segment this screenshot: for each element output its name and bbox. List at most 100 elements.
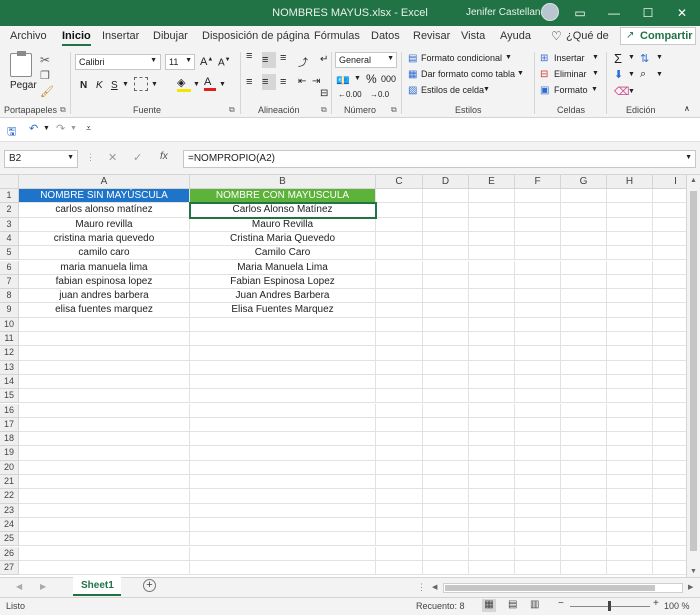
cell[interactable]: [423, 274, 469, 290]
cell[interactable]: [515, 231, 561, 247]
cell[interactable]: [469, 475, 515, 490]
copy-icon[interactable]: ❐: [40, 69, 50, 82]
cell[interactable]: [515, 246, 561, 261]
cell[interactable]: [469, 546, 515, 561]
cell[interactable]: [515, 303, 561, 318]
align-right-icon[interactable]: ≡: [280, 76, 286, 88]
row-header[interactable]: 13: [0, 360, 19, 375]
avatar[interactable]: [541, 3, 559, 21]
cell[interactable]: [423, 246, 469, 261]
name-proper-cell[interactable]: Cristina Maria Quevedo: [190, 231, 376, 247]
hscroll-right-icon[interactable]: ▶: [688, 583, 693, 591]
column-header[interactable]: C: [376, 175, 423, 189]
tell-me-search[interactable]: ¿Qué de: [566, 30, 609, 42]
save-icon[interactable]: 🖫: [7, 123, 16, 142]
column-header[interactable]: H: [607, 175, 653, 189]
cell[interactable]: [469, 560, 515, 576]
tab-dibujar[interactable]: Dibujar: [153, 30, 188, 42]
cell[interactable]: [376, 317, 423, 332]
chevron-down-icon[interactable]: ▼: [505, 54, 512, 61]
cell[interactable]: [561, 460, 607, 475]
cell[interactable]: [607, 360, 653, 375]
row-header[interactable]: 1: [0, 189, 19, 204]
cell[interactable]: [607, 560, 653, 576]
scroll-down-icon[interactable]: ▼: [690, 568, 697, 575]
cell[interactable]: [190, 446, 376, 461]
chevron-down-icon[interactable]: ▼: [628, 71, 635, 78]
cell[interactable]: [469, 303, 515, 318]
header-cell-a1[interactable]: NOMBRE SIN MAYÚSCULA: [19, 189, 190, 204]
format-painter-icon[interactable]: 🖌: [40, 85, 54, 98]
bold-button[interactable]: N: [80, 80, 87, 91]
cell[interactable]: [515, 503, 561, 518]
tab-disposicion[interactable]: Disposición de página: [202, 30, 310, 42]
user-name[interactable]: Jenifer Castellano: [466, 7, 546, 18]
cell[interactable]: [19, 374, 190, 390]
orientation-icon[interactable]: ⤴: [298, 54, 308, 69]
cell[interactable]: [376, 231, 423, 247]
name-original-cell[interactable]: cristina maria quevedo: [19, 231, 190, 247]
cell[interactable]: [19, 332, 190, 347]
cell[interactable]: [469, 460, 515, 475]
cell[interactable]: [515, 403, 561, 418]
cell[interactable]: [561, 317, 607, 332]
align-left-icon[interactable]: ≡: [246, 76, 252, 88]
cell[interactable]: [423, 346, 469, 361]
cell[interactable]: [607, 332, 653, 347]
merge-center-icon[interactable]: ⊟: [320, 88, 328, 99]
cell[interactable]: [19, 517, 190, 533]
scroll-up-icon[interactable]: ▲: [690, 177, 697, 184]
cell[interactable]: [561, 274, 607, 290]
row-header[interactable]: 4: [0, 231, 19, 247]
cell[interactable]: [607, 374, 653, 390]
cell[interactable]: [561, 403, 607, 418]
row-header[interactable]: 18: [0, 432, 19, 447]
chevron-down-icon[interactable]: ▼: [70, 125, 77, 132]
cell[interactable]: [469, 274, 515, 290]
cell[interactable]: [376, 274, 423, 290]
cell[interactable]: [190, 360, 376, 375]
column-header[interactable]: B: [190, 175, 376, 189]
cell[interactable]: [423, 374, 469, 390]
percent-button[interactable]: %: [366, 72, 377, 86]
cell[interactable]: [607, 217, 653, 232]
cell-styles-button[interactable]: Estilos de celda: [421, 85, 484, 95]
fill-icon[interactable]: ⬇: [614, 68, 623, 81]
cell[interactable]: [607, 346, 653, 361]
tab-archivo[interactable]: Archivo: [10, 30, 47, 42]
cell[interactable]: [561, 546, 607, 561]
chevron-down-icon[interactable]: ▼: [656, 54, 663, 61]
cell[interactable]: [515, 532, 561, 547]
row-header[interactable]: 10: [0, 317, 19, 332]
undo-icon[interactable]: ↶: [29, 122, 38, 135]
borders-icon[interactable]: [134, 77, 148, 91]
chevron-down-icon[interactable]: ▼: [592, 54, 599, 61]
cell[interactable]: [190, 403, 376, 418]
cell[interactable]: [376, 460, 423, 475]
indent-increase-icon[interactable]: ⇥: [312, 76, 320, 87]
more-options-icon[interactable]: ⋮: [86, 152, 95, 163]
name-proper-cell[interactable]: Carlos Alonso Matínez: [189, 202, 377, 219]
column-header[interactable]: E: [469, 175, 515, 189]
cell[interactable]: [423, 432, 469, 447]
cell[interactable]: [376, 475, 423, 490]
redo-icon[interactable]: ↷: [56, 122, 65, 135]
format-cells-icon[interactable]: ▣: [540, 85, 549, 96]
cell[interactable]: [561, 360, 607, 375]
header-cell-b1[interactable]: NOMBRE CON MAYUSCULA: [190, 189, 376, 204]
cell[interactable]: [515, 360, 561, 375]
chevron-down-icon[interactable]: ▼: [354, 75, 361, 82]
cell[interactable]: [515, 475, 561, 490]
row-header[interactable]: 6: [0, 260, 19, 275]
chevron-down-icon[interactable]: ▼: [517, 70, 524, 77]
cell[interactable]: [561, 560, 607, 576]
align-center-icon[interactable]: ≡: [262, 74, 276, 90]
chevron-down-icon[interactable]: ▼: [628, 88, 635, 95]
cell[interactable]: [190, 532, 376, 547]
cell[interactable]: [376, 489, 423, 504]
chevron-down-icon[interactable]: ▼: [656, 71, 663, 78]
minimize-button[interactable]: —: [597, 0, 631, 26]
cell[interactable]: [561, 260, 607, 275]
name-original-cell[interactable]: fabian espinosa lopez: [19, 274, 190, 290]
cell[interactable]: [515, 274, 561, 290]
